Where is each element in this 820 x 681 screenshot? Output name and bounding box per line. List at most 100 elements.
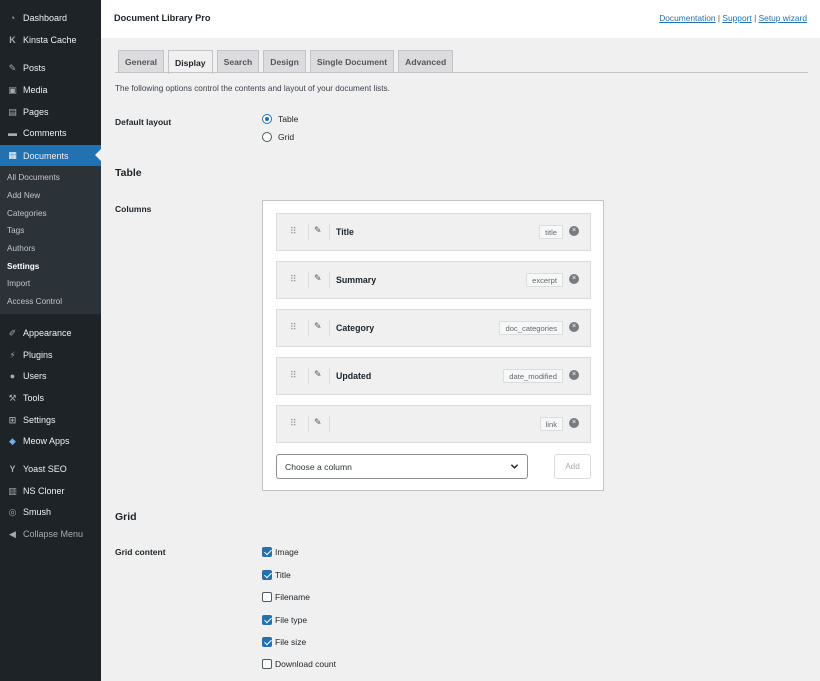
add-column-button[interactable]: Add bbox=[554, 454, 591, 479]
nav-documents-label: Documents bbox=[23, 150, 69, 161]
submenu-import[interactable]: Import bbox=[7, 279, 30, 288]
nav-meow-apps[interactable]: ◆ Meow Apps bbox=[0, 431, 101, 451]
nav-ns-cloner[interactable]: ▥ NS Cloner bbox=[0, 481, 101, 501]
nav-media-label: Media bbox=[23, 85, 48, 95]
nav-media[interactable]: ▣ Media bbox=[0, 80, 101, 100]
tab-general[interactable]: General bbox=[118, 50, 165, 73]
tab-single-document[interactable]: Single Document bbox=[309, 50, 395, 73]
columns-editor: ⠿ ✎ Title title × ⠿ ✎ Summary excerpt × … bbox=[262, 200, 604, 491]
nav-collapse-label: Collapse Menu bbox=[23, 529, 84, 539]
tab-display[interactable]: Display bbox=[168, 50, 213, 74]
drag-handle-icon[interactable]: ⠿ bbox=[290, 418, 297, 429]
grid-file-type-checkbox[interactable] bbox=[262, 615, 272, 625]
edit-pencil-icon[interactable]: ✎ bbox=[314, 369, 322, 380]
submenu-all-documents[interactable]: All Documents bbox=[7, 173, 60, 182]
layout-table-radio[interactable] bbox=[262, 114, 272, 124]
nav-settings-label: Settings bbox=[23, 415, 56, 425]
nav-kinsta-label: Kinsta Cache bbox=[23, 35, 77, 45]
column-name: Title bbox=[336, 227, 354, 237]
grid-title-label[interactable]: Title bbox=[275, 570, 291, 580]
nav-users[interactable]: ● Users bbox=[0, 366, 101, 386]
layout-grid-radio[interactable] bbox=[262, 132, 272, 142]
drag-handle-icon[interactable]: ⠿ bbox=[290, 370, 297, 381]
nav-comments[interactable]: ▬ Comments bbox=[0, 123, 101, 143]
submenu-add-new[interactable]: Add New bbox=[7, 191, 40, 200]
setup-wizard-link[interactable]: Setup wizard bbox=[759, 13, 807, 23]
column-key-badge: date_modified bbox=[503, 369, 563, 383]
grid-title-checkbox[interactable] bbox=[262, 570, 272, 580]
nav-settings[interactable]: ⊞ Settings bbox=[0, 410, 101, 430]
submenu-settings[interactable]: Settings bbox=[7, 262, 39, 271]
row-divider bbox=[308, 224, 309, 240]
comment-icon: ▬ bbox=[8, 128, 17, 138]
tab-search[interactable]: Search bbox=[216, 50, 260, 73]
tabs-divider bbox=[115, 72, 808, 73]
edit-pencil-icon[interactable]: ✎ bbox=[314, 273, 322, 284]
column-name: Summary bbox=[336, 275, 377, 285]
row-divider bbox=[308, 416, 309, 432]
grid-image-label[interactable]: Image bbox=[275, 547, 299, 557]
column-row-summary[interactable]: ⠿ ✎ Summary excerpt × bbox=[276, 261, 591, 299]
grid-image-checkbox[interactable] bbox=[262, 547, 272, 557]
edit-pencil-icon[interactable]: ✎ bbox=[314, 321, 322, 332]
nav-collapse-menu[interactable]: ◀ Collapse Menu bbox=[0, 524, 101, 544]
page-icon: ▤ bbox=[8, 106, 17, 117]
yoast-icon: Y bbox=[9, 464, 16, 474]
remove-column-icon[interactable]: × bbox=[569, 226, 579, 236]
tab-advanced[interactable]: Advanced bbox=[398, 50, 454, 73]
drag-handle-icon[interactable]: ⠿ bbox=[290, 322, 297, 333]
nav-smush[interactable]: ◎ Smush bbox=[0, 502, 101, 522]
grid-filename-checkbox[interactable] bbox=[262, 592, 272, 602]
nav-smush-label: Smush bbox=[23, 507, 52, 517]
smush-icon: ◎ bbox=[8, 506, 17, 517]
row-divider bbox=[308, 272, 309, 288]
submenu-tags[interactable]: Tags bbox=[7, 226, 24, 235]
column-key-badge: title bbox=[539, 225, 563, 239]
nav-kinsta-cache[interactable]: K Kinsta Cache bbox=[0, 30, 101, 50]
choose-column-select[interactable]: Choose a column bbox=[276, 454, 528, 479]
submenu-access-control[interactable]: Access Control bbox=[7, 297, 62, 306]
choose-column-value: Choose a column bbox=[285, 461, 352, 472]
grid-download-count-checkbox[interactable] bbox=[262, 659, 272, 669]
nav-tools[interactable]: ⚒ Tools bbox=[0, 388, 101, 408]
column-row-title[interactable]: ⠿ ✎ Title title × bbox=[276, 213, 591, 251]
support-link[interactable]: Support bbox=[722, 13, 751, 23]
grid-filename-label[interactable]: Filename bbox=[275, 592, 310, 602]
nav-pages[interactable]: ▤ Pages bbox=[0, 102, 101, 122]
nav-appearance-label: Appearance bbox=[23, 328, 72, 338]
drag-handle-icon[interactable]: ⠿ bbox=[290, 226, 297, 237]
nav-documents[interactable]: ▦ Documents bbox=[0, 145, 101, 166]
nav-dashboard[interactable]: ◔ Dashboard bbox=[0, 8, 101, 28]
edit-pencil-icon[interactable]: ✎ bbox=[314, 417, 322, 428]
documentation-link[interactable]: Documentation bbox=[659, 13, 715, 23]
nav-posts[interactable]: ✎ Posts bbox=[0, 58, 101, 78]
column-name: Category bbox=[336, 323, 375, 333]
columns-label: Columns bbox=[115, 204, 152, 214]
row-divider bbox=[329, 320, 330, 336]
submenu-authors[interactable]: Authors bbox=[7, 244, 35, 253]
nav-yoast-seo[interactable]: Y Yoast SEO bbox=[0, 459, 101, 479]
grid-file-type-label[interactable]: File type bbox=[275, 615, 307, 625]
column-row-category[interactable]: ⠿ ✎ Category doc_categories × bbox=[276, 309, 591, 347]
edit-pencil-icon[interactable]: ✎ bbox=[314, 225, 322, 236]
column-row-updated[interactable]: ⠿ ✎ Updated date_modified × bbox=[276, 357, 591, 395]
grid-file-size-checkbox[interactable] bbox=[262, 637, 272, 647]
layout-table-label[interactable]: Table bbox=[278, 114, 298, 124]
documents-submenu: All Documents Add New Categories Tags Au… bbox=[0, 166, 101, 314]
layout-grid-label[interactable]: Grid bbox=[278, 132, 294, 142]
cat-icon: ◆ bbox=[9, 435, 16, 446]
remove-column-icon[interactable]: × bbox=[569, 370, 579, 380]
remove-column-icon[interactable]: × bbox=[569, 274, 579, 284]
column-name: Updated bbox=[336, 371, 372, 381]
grid-file-size-label[interactable]: File size bbox=[275, 637, 306, 647]
column-row-link[interactable]: ⠿ ✎ link × bbox=[276, 405, 591, 443]
remove-column-icon[interactable]: × bbox=[569, 418, 579, 428]
drag-handle-icon[interactable]: ⠿ bbox=[290, 274, 297, 285]
submenu-categories[interactable]: Categories bbox=[7, 209, 47, 218]
nav-appearance[interactable]: ✐ Appearance bbox=[0, 323, 101, 343]
grid-heading: Grid bbox=[115, 511, 137, 523]
grid-download-count-label[interactable]: Download count bbox=[275, 659, 336, 669]
remove-column-icon[interactable]: × bbox=[569, 322, 579, 332]
tab-design[interactable]: Design bbox=[263, 50, 306, 73]
nav-plugins[interactable]: ⚡ Plugins bbox=[0, 345, 101, 365]
